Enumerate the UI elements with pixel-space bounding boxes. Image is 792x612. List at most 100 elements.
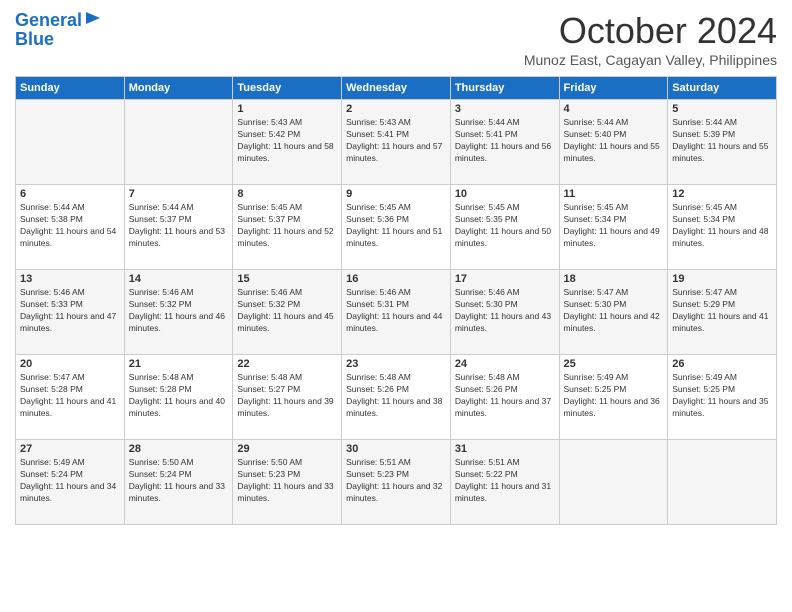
calendar-week-row: 20 Sunrise: 5:47 AMSunset: 5:28 PMDayligh…	[16, 355, 777, 440]
day-detail: Sunrise: 5:46 AMSunset: 5:33 PMDaylight:…	[20, 287, 120, 335]
day-number: 14	[129, 273, 229, 285]
calendar-cell: 24 Sunrise: 5:48 AMSunset: 5:26 PMDayligh…	[450, 355, 559, 440]
day-number: 7	[129, 188, 229, 200]
day-detail: Sunrise: 5:48 AMSunset: 5:26 PMDaylight:…	[346, 372, 446, 420]
day-detail: Sunrise: 5:46 AMSunset: 5:30 PMDaylight:…	[455, 287, 555, 335]
day-detail: Sunrise: 5:43 AMSunset: 5:41 PMDaylight:…	[346, 117, 446, 165]
day-detail: Sunrise: 5:48 AMSunset: 5:26 PMDaylight:…	[455, 372, 555, 420]
calendar-week-row: 27Sunrise: 5:49 AMSunset: 5:24 PMDayligh…	[16, 440, 777, 525]
calendar-cell: 7 Sunrise: 5:44 AMSunset: 5:37 PMDaylight…	[124, 185, 233, 270]
calendar-week-row: 1Sunrise: 5:43 AMSunset: 5:42 PMDaylight…	[16, 100, 777, 185]
calendar-cell	[559, 440, 668, 525]
weekday-header: Thursday	[450, 77, 559, 100]
calendar-cell: 10 Sunrise: 5:45 AMSunset: 5:35 PMDayligh…	[450, 185, 559, 270]
day-detail: Sunrise: 5:44 AMSunset: 5:39 PMDaylight:…	[672, 117, 772, 165]
day-detail: Sunrise: 5:45 AMSunset: 5:35 PMDaylight:…	[455, 202, 555, 250]
weekday-header: Friday	[559, 77, 668, 100]
day-detail: Sunrise: 5:44 AMSunset: 5:37 PMDaylight:…	[129, 202, 229, 250]
calendar-cell: 20 Sunrise: 5:47 AMSunset: 5:28 PMDayligh…	[16, 355, 125, 440]
day-number: 12	[672, 188, 772, 200]
day-detail: Sunrise: 5:44 AMSunset: 5:40 PMDaylight:…	[564, 117, 664, 165]
day-number: 5	[672, 103, 772, 115]
weekday-header: Wednesday	[342, 77, 451, 100]
day-number: 20	[20, 358, 120, 370]
day-detail: Sunrise: 5:47 AMSunset: 5:30 PMDaylight:…	[564, 287, 664, 335]
calendar-cell: 13Sunrise: 5:46 AMSunset: 5:33 PMDayligh…	[16, 270, 125, 355]
day-number: 8	[237, 188, 337, 200]
day-number: 3	[455, 103, 555, 115]
weekday-header: Tuesday	[233, 77, 342, 100]
calendar-cell: 17 Sunrise: 5:46 AMSunset: 5:30 PMDayligh…	[450, 270, 559, 355]
day-number: 30	[346, 443, 446, 455]
weekday-header: Monday	[124, 77, 233, 100]
day-detail: Sunrise: 5:49 AMSunset: 5:25 PMDaylight:…	[672, 372, 772, 420]
calendar-week-row: 13Sunrise: 5:46 AMSunset: 5:33 PMDayligh…	[16, 270, 777, 355]
day-detail: Sunrise: 5:46 AMSunset: 5:31 PMDaylight:…	[346, 287, 446, 335]
calendar-cell: 3Sunrise: 5:44 AMSunset: 5:41 PMDaylight…	[450, 100, 559, 185]
calendar-cell: 15Sunrise: 5:46 AMSunset: 5:32 PMDayligh…	[233, 270, 342, 355]
month-title: October 2024	[524, 10, 777, 52]
title-block: October 2024 Munoz East, Cagayan Valley,…	[524, 10, 777, 68]
calendar-cell: 16 Sunrise: 5:46 AMSunset: 5:31 PMDayligh…	[342, 270, 451, 355]
day-detail: Sunrise: 5:47 AMSunset: 5:29 PMDaylight:…	[672, 287, 772, 335]
day-detail: Sunrise: 5:46 AMSunset: 5:32 PMDaylight:…	[129, 287, 229, 335]
day-number: 24	[455, 358, 555, 370]
day-number: 25	[564, 358, 664, 370]
calendar-cell: 9Sunrise: 5:45 AMSunset: 5:36 PMDaylight…	[342, 185, 451, 270]
day-detail: Sunrise: 5:45 AMSunset: 5:37 PMDaylight:…	[237, 202, 337, 250]
calendar-cell: 23Sunrise: 5:48 AMSunset: 5:26 PMDayligh…	[342, 355, 451, 440]
day-number: 26	[672, 358, 772, 370]
day-number: 4	[564, 103, 664, 115]
calendar-cell: 11 Sunrise: 5:45 AMSunset: 5:34 PMDayligh…	[559, 185, 668, 270]
day-number: 28	[129, 443, 229, 455]
day-detail: Sunrise: 5:45 AMSunset: 5:34 PMDaylight:…	[672, 202, 772, 250]
logo: General Blue	[15, 10, 102, 50]
day-detail: Sunrise: 5:46 AMSunset: 5:32 PMDaylight:…	[237, 287, 337, 335]
day-detail: Sunrise: 5:43 AMSunset: 5:42 PMDaylight:…	[237, 117, 337, 165]
day-detail: Sunrise: 5:48 AMSunset: 5:27 PMDaylight:…	[237, 372, 337, 420]
weekday-header: Saturday	[668, 77, 777, 100]
day-detail: Sunrise: 5:49 AMSunset: 5:25 PMDaylight:…	[564, 372, 664, 420]
calendar-cell: 18 Sunrise: 5:47 AMSunset: 5:30 PMDayligh…	[559, 270, 668, 355]
calendar-cell: 2 Sunrise: 5:43 AMSunset: 5:41 PMDaylight…	[342, 100, 451, 185]
day-detail: Sunrise: 5:44 AMSunset: 5:38 PMDaylight:…	[20, 202, 120, 250]
logo-text: General	[15, 11, 82, 31]
day-number: 29	[237, 443, 337, 455]
weekday-header: Sunday	[16, 77, 125, 100]
calendar-cell: 4 Sunrise: 5:44 AMSunset: 5:40 PMDaylight…	[559, 100, 668, 185]
day-number: 11	[564, 188, 664, 200]
calendar-cell	[668, 440, 777, 525]
calendar-cell	[124, 100, 233, 185]
calendar-cell: 26 Sunrise: 5:49 AMSunset: 5:25 PMDayligh…	[668, 355, 777, 440]
logo-text2: Blue	[15, 30, 54, 50]
calendar-cell: 8 Sunrise: 5:45 AMSunset: 5:37 PMDaylight…	[233, 185, 342, 270]
day-detail: Sunrise: 5:47 AMSunset: 5:28 PMDaylight:…	[20, 372, 120, 420]
day-number: 6	[20, 188, 120, 200]
calendar-cell: 5 Sunrise: 5:44 AMSunset: 5:39 PMDaylight…	[668, 100, 777, 185]
day-detail: Sunrise: 5:51 AMSunset: 5:23 PMDaylight:…	[346, 457, 446, 505]
day-number: 22	[237, 358, 337, 370]
day-detail: Sunrise: 5:49 AMSunset: 5:24 PMDaylight:…	[20, 457, 120, 505]
day-detail: Sunrise: 5:50 AMSunset: 5:24 PMDaylight:…	[129, 457, 229, 505]
calendar-cell: 14 Sunrise: 5:46 AMSunset: 5:32 PMDayligh…	[124, 270, 233, 355]
calendar-cell: 28 Sunrise: 5:50 AMSunset: 5:24 PMDayligh…	[124, 440, 233, 525]
calendar-cell: 30 Sunrise: 5:51 AMSunset: 5:23 PMDayligh…	[342, 440, 451, 525]
day-number: 19	[672, 273, 772, 285]
calendar-cell: 19 Sunrise: 5:47 AMSunset: 5:29 PMDayligh…	[668, 270, 777, 355]
calendar-cell: 22 Sunrise: 5:48 AMSunset: 5:27 PMDayligh…	[233, 355, 342, 440]
day-number: 17	[455, 273, 555, 285]
day-detail: Sunrise: 5:45 AMSunset: 5:34 PMDaylight:…	[564, 202, 664, 250]
day-number: 2	[346, 103, 446, 115]
calendar-week-row: 6 Sunrise: 5:44 AMSunset: 5:38 PMDaylight…	[16, 185, 777, 270]
calendar-cell: 27Sunrise: 5:49 AMSunset: 5:24 PMDayligh…	[16, 440, 125, 525]
calendar-cell	[16, 100, 125, 185]
day-number: 18	[564, 273, 664, 285]
location-title: Munoz East, Cagayan Valley, Philippines	[524, 52, 777, 68]
page-header: General Blue October 2024 Munoz East, Ca…	[15, 10, 777, 68]
calendar-cell: 29Sunrise: 5:50 AMSunset: 5:23 PMDayligh…	[233, 440, 342, 525]
day-number: 16	[346, 273, 446, 285]
day-detail: Sunrise: 5:51 AMSunset: 5:22 PMDaylight:…	[455, 457, 555, 505]
day-detail: Sunrise: 5:48 AMSunset: 5:28 PMDaylight:…	[129, 372, 229, 420]
day-number: 10	[455, 188, 555, 200]
calendar-cell: 6 Sunrise: 5:44 AMSunset: 5:38 PMDaylight…	[16, 185, 125, 270]
